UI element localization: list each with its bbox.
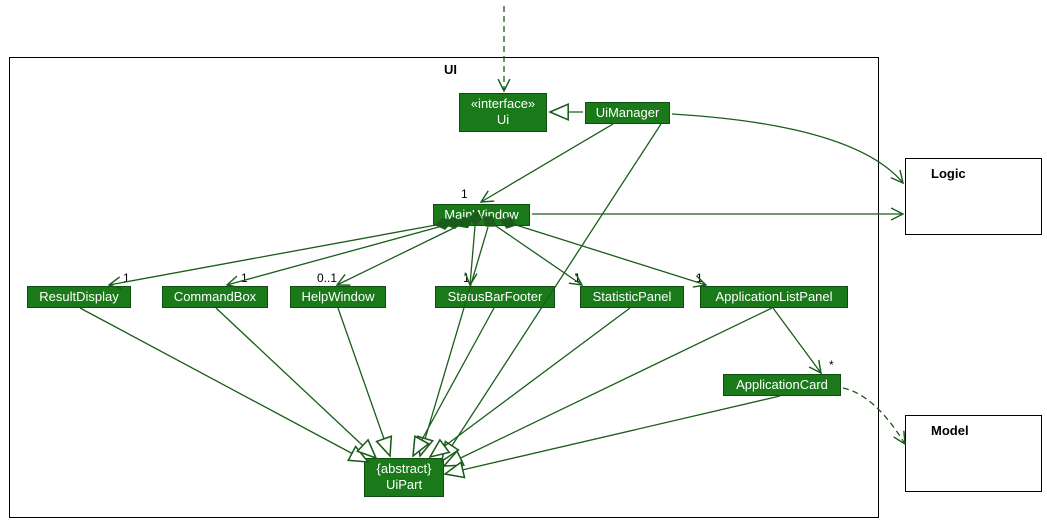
mult-help-window: 0..1	[317, 271, 337, 285]
mult-application-list-panel: 1	[696, 271, 703, 285]
mult-main-window: 1	[461, 187, 468, 201]
class-command-box: CommandBox	[162, 286, 268, 308]
class-ui-interface: «interface» Ui	[459, 93, 547, 132]
class-command-box-name: CommandBox	[174, 289, 256, 304]
class-main-window-name: MainWindow	[444, 207, 518, 222]
class-ui-manager-name: UiManager	[596, 105, 660, 120]
class-ui-part-name: UiPart	[371, 477, 437, 493]
class-application-card: ApplicationCard	[723, 374, 841, 396]
package-model	[905, 415, 1042, 492]
class-application-list-panel-name: ApplicationListPanel	[715, 289, 832, 304]
class-status-bar-footer: StatusBarFooter	[435, 286, 555, 308]
class-help-window-name: HelpWindow	[302, 289, 375, 304]
package-logic-label: Logic	[931, 166, 966, 181]
package-logic	[905, 158, 1042, 235]
class-ui-interface-name: Ui	[466, 112, 540, 128]
class-application-card-name: ApplicationCard	[736, 377, 828, 392]
class-ui-manager: UiManager	[585, 102, 670, 124]
mult-statistic-panel: 1	[574, 271, 581, 285]
class-application-list-panel: ApplicationListPanel	[700, 286, 848, 308]
class-status-bar-footer-name: StatusBarFooter	[448, 289, 543, 304]
package-model-label: Model	[931, 423, 969, 438]
mult-application-card: *	[829, 358, 834, 372]
class-main-window: MainWindow	[433, 204, 530, 226]
mult-command-box: 1	[241, 271, 248, 285]
class-ui-interface-stereotype: «interface»	[466, 96, 540, 112]
class-result-display: ResultDisplay	[27, 286, 131, 308]
class-statistic-panel: StatisticPanel	[580, 286, 684, 308]
mult-result-display: 1	[123, 271, 130, 285]
class-ui-part-stereotype: {abstract}	[371, 461, 437, 477]
class-statistic-panel-name: StatisticPanel	[593, 289, 672, 304]
class-result-display-name: ResultDisplay	[39, 289, 118, 304]
mult-status-bar-footer: 1	[463, 271, 470, 285]
class-ui-part: {abstract} UiPart	[364, 458, 444, 497]
package-ui-label: UI	[444, 62, 457, 77]
class-help-window: HelpWindow	[290, 286, 386, 308]
